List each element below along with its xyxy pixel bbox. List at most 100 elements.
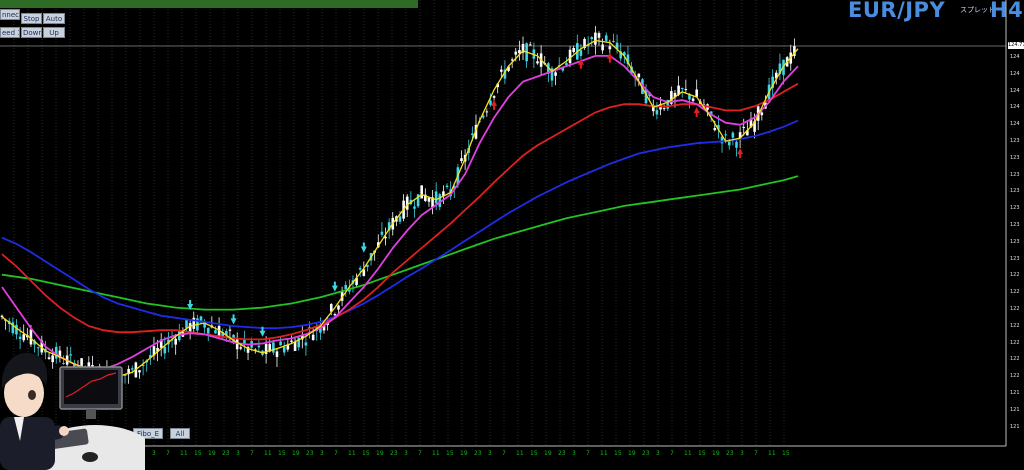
buy-arrow-icon bbox=[491, 99, 498, 110]
down-button[interactable]: Down bbox=[21, 27, 42, 38]
candle-body bbox=[214, 330, 217, 334]
x-tick-label: 3 bbox=[236, 450, 240, 457]
connect-button[interactable]: nnect bbox=[0, 9, 20, 20]
signal-arrows bbox=[187, 52, 744, 337]
avatar-body bbox=[0, 417, 55, 470]
y-tick-label: 123 bbox=[1010, 222, 1020, 228]
y-tick-label: 123 bbox=[1010, 171, 1020, 178]
up-button[interactable]: Up bbox=[43, 27, 65, 38]
candle-body bbox=[489, 100, 492, 105]
x-tick-label: 15 bbox=[614, 450, 622, 457]
candle-body bbox=[684, 89, 688, 91]
candle-body bbox=[279, 341, 282, 346]
x-tick-label: 15 bbox=[530, 450, 538, 457]
candle-body bbox=[272, 342, 275, 353]
x-tick-label: 3 bbox=[152, 450, 156, 457]
candle-body bbox=[604, 35, 608, 41]
auto-button[interactable]: Auto bbox=[43, 13, 65, 24]
x-tick-label: 15 bbox=[698, 450, 706, 457]
candle-body bbox=[257, 345, 261, 348]
candle-body bbox=[344, 284, 348, 289]
x-tick-label: 23 bbox=[390, 450, 398, 457]
candle-body bbox=[742, 127, 746, 129]
avatar-hand bbox=[59, 426, 69, 436]
candle-body bbox=[637, 73, 641, 78]
y-tick-label: 124 bbox=[1010, 54, 1020, 60]
x-tick-label: 15 bbox=[278, 450, 286, 457]
x-tick-label: 23 bbox=[474, 450, 482, 457]
x-tick-label: 3 bbox=[404, 450, 408, 457]
x-tick-label: 15 bbox=[194, 450, 202, 457]
all-button[interactable]: All bbox=[170, 428, 190, 439]
candle-body bbox=[420, 185, 424, 199]
candle-body bbox=[579, 50, 583, 56]
candle-body bbox=[514, 51, 518, 55]
y-tick-label: 123 bbox=[1010, 255, 1020, 262]
candle-body bbox=[608, 46, 612, 50]
candle-body bbox=[434, 191, 438, 204]
candle-body bbox=[485, 111, 489, 113]
y-tick-label: 122 bbox=[1010, 373, 1020, 380]
x-tick-label: 11 bbox=[600, 450, 608, 457]
x-tick-label: 19 bbox=[376, 450, 384, 457]
candle-body bbox=[163, 346, 167, 354]
candle-body bbox=[760, 112, 764, 116]
candle-body bbox=[655, 110, 659, 115]
y-tick-label: 124 bbox=[1010, 70, 1020, 77]
candle-body bbox=[597, 33, 601, 38]
y-tick-label: 122 bbox=[1010, 339, 1020, 346]
candle-body bbox=[427, 197, 431, 202]
y-tick-label: 122 bbox=[1010, 289, 1020, 296]
x-tick-label: 19 bbox=[208, 450, 216, 457]
candle-body bbox=[528, 44, 532, 46]
candle-body bbox=[572, 48, 575, 53]
x-tick-label: 23 bbox=[222, 450, 230, 457]
x-tick-label: 3 bbox=[740, 450, 744, 457]
candle-body bbox=[680, 88, 684, 90]
candle-body bbox=[735, 141, 738, 148]
avatar-illustration bbox=[0, 352, 145, 470]
avatar-eye bbox=[28, 390, 36, 400]
x-tick-label: 11 bbox=[768, 450, 776, 457]
candle-body bbox=[282, 346, 286, 353]
x-tick-label: 15 bbox=[362, 450, 370, 457]
candle-body bbox=[405, 196, 409, 210]
x-tick-label: 19 bbox=[628, 450, 636, 457]
x-tick-label: 11 bbox=[516, 450, 524, 457]
y-tick-label: 124 bbox=[1010, 87, 1020, 94]
candle-body bbox=[601, 44, 604, 51]
candle-body bbox=[492, 96, 496, 98]
candle-body bbox=[612, 40, 615, 42]
speed-button[interactable]: eed 1 bbox=[0, 27, 20, 38]
candle-body bbox=[471, 133, 474, 136]
buy-arrow-icon bbox=[693, 107, 700, 118]
x-tick-label: 19 bbox=[544, 450, 552, 457]
candle-body bbox=[500, 69, 503, 72]
y-tick-label: 123 bbox=[1010, 238, 1020, 245]
candle-body bbox=[275, 351, 279, 357]
candle-body bbox=[662, 108, 666, 110]
ma-line-blue bbox=[1, 119, 799, 330]
candle-body bbox=[185, 320, 188, 329]
candle-body bbox=[727, 141, 731, 146]
x-tick-label: 7 bbox=[670, 450, 674, 457]
y-tick-label: 123 bbox=[1010, 138, 1020, 144]
stop-button[interactable]: Stop bbox=[21, 13, 42, 24]
y-tick-label: 124 bbox=[1010, 121, 1020, 128]
candle-body bbox=[460, 158, 463, 162]
candle-body bbox=[22, 334, 26, 341]
y-tick-label: 124 bbox=[1010, 104, 1020, 111]
candle-body bbox=[333, 314, 337, 316]
x-tick-label: 7 bbox=[586, 450, 590, 457]
x-tick-label: 11 bbox=[684, 450, 692, 457]
buy-arrow-icon bbox=[606, 52, 613, 63]
sell-arrow-icon bbox=[331, 281, 338, 292]
x-tick-label: 3 bbox=[320, 450, 324, 457]
y-tick-label: 121 bbox=[1010, 423, 1020, 430]
x-tick-label: 3 bbox=[656, 450, 660, 457]
candle-body bbox=[438, 194, 442, 207]
price-chart[interactable] bbox=[0, 0, 1024, 470]
x-tick-label: 23 bbox=[558, 450, 566, 457]
x-tick-label: 15 bbox=[446, 450, 454, 457]
x-tick-label: 11 bbox=[432, 450, 440, 457]
